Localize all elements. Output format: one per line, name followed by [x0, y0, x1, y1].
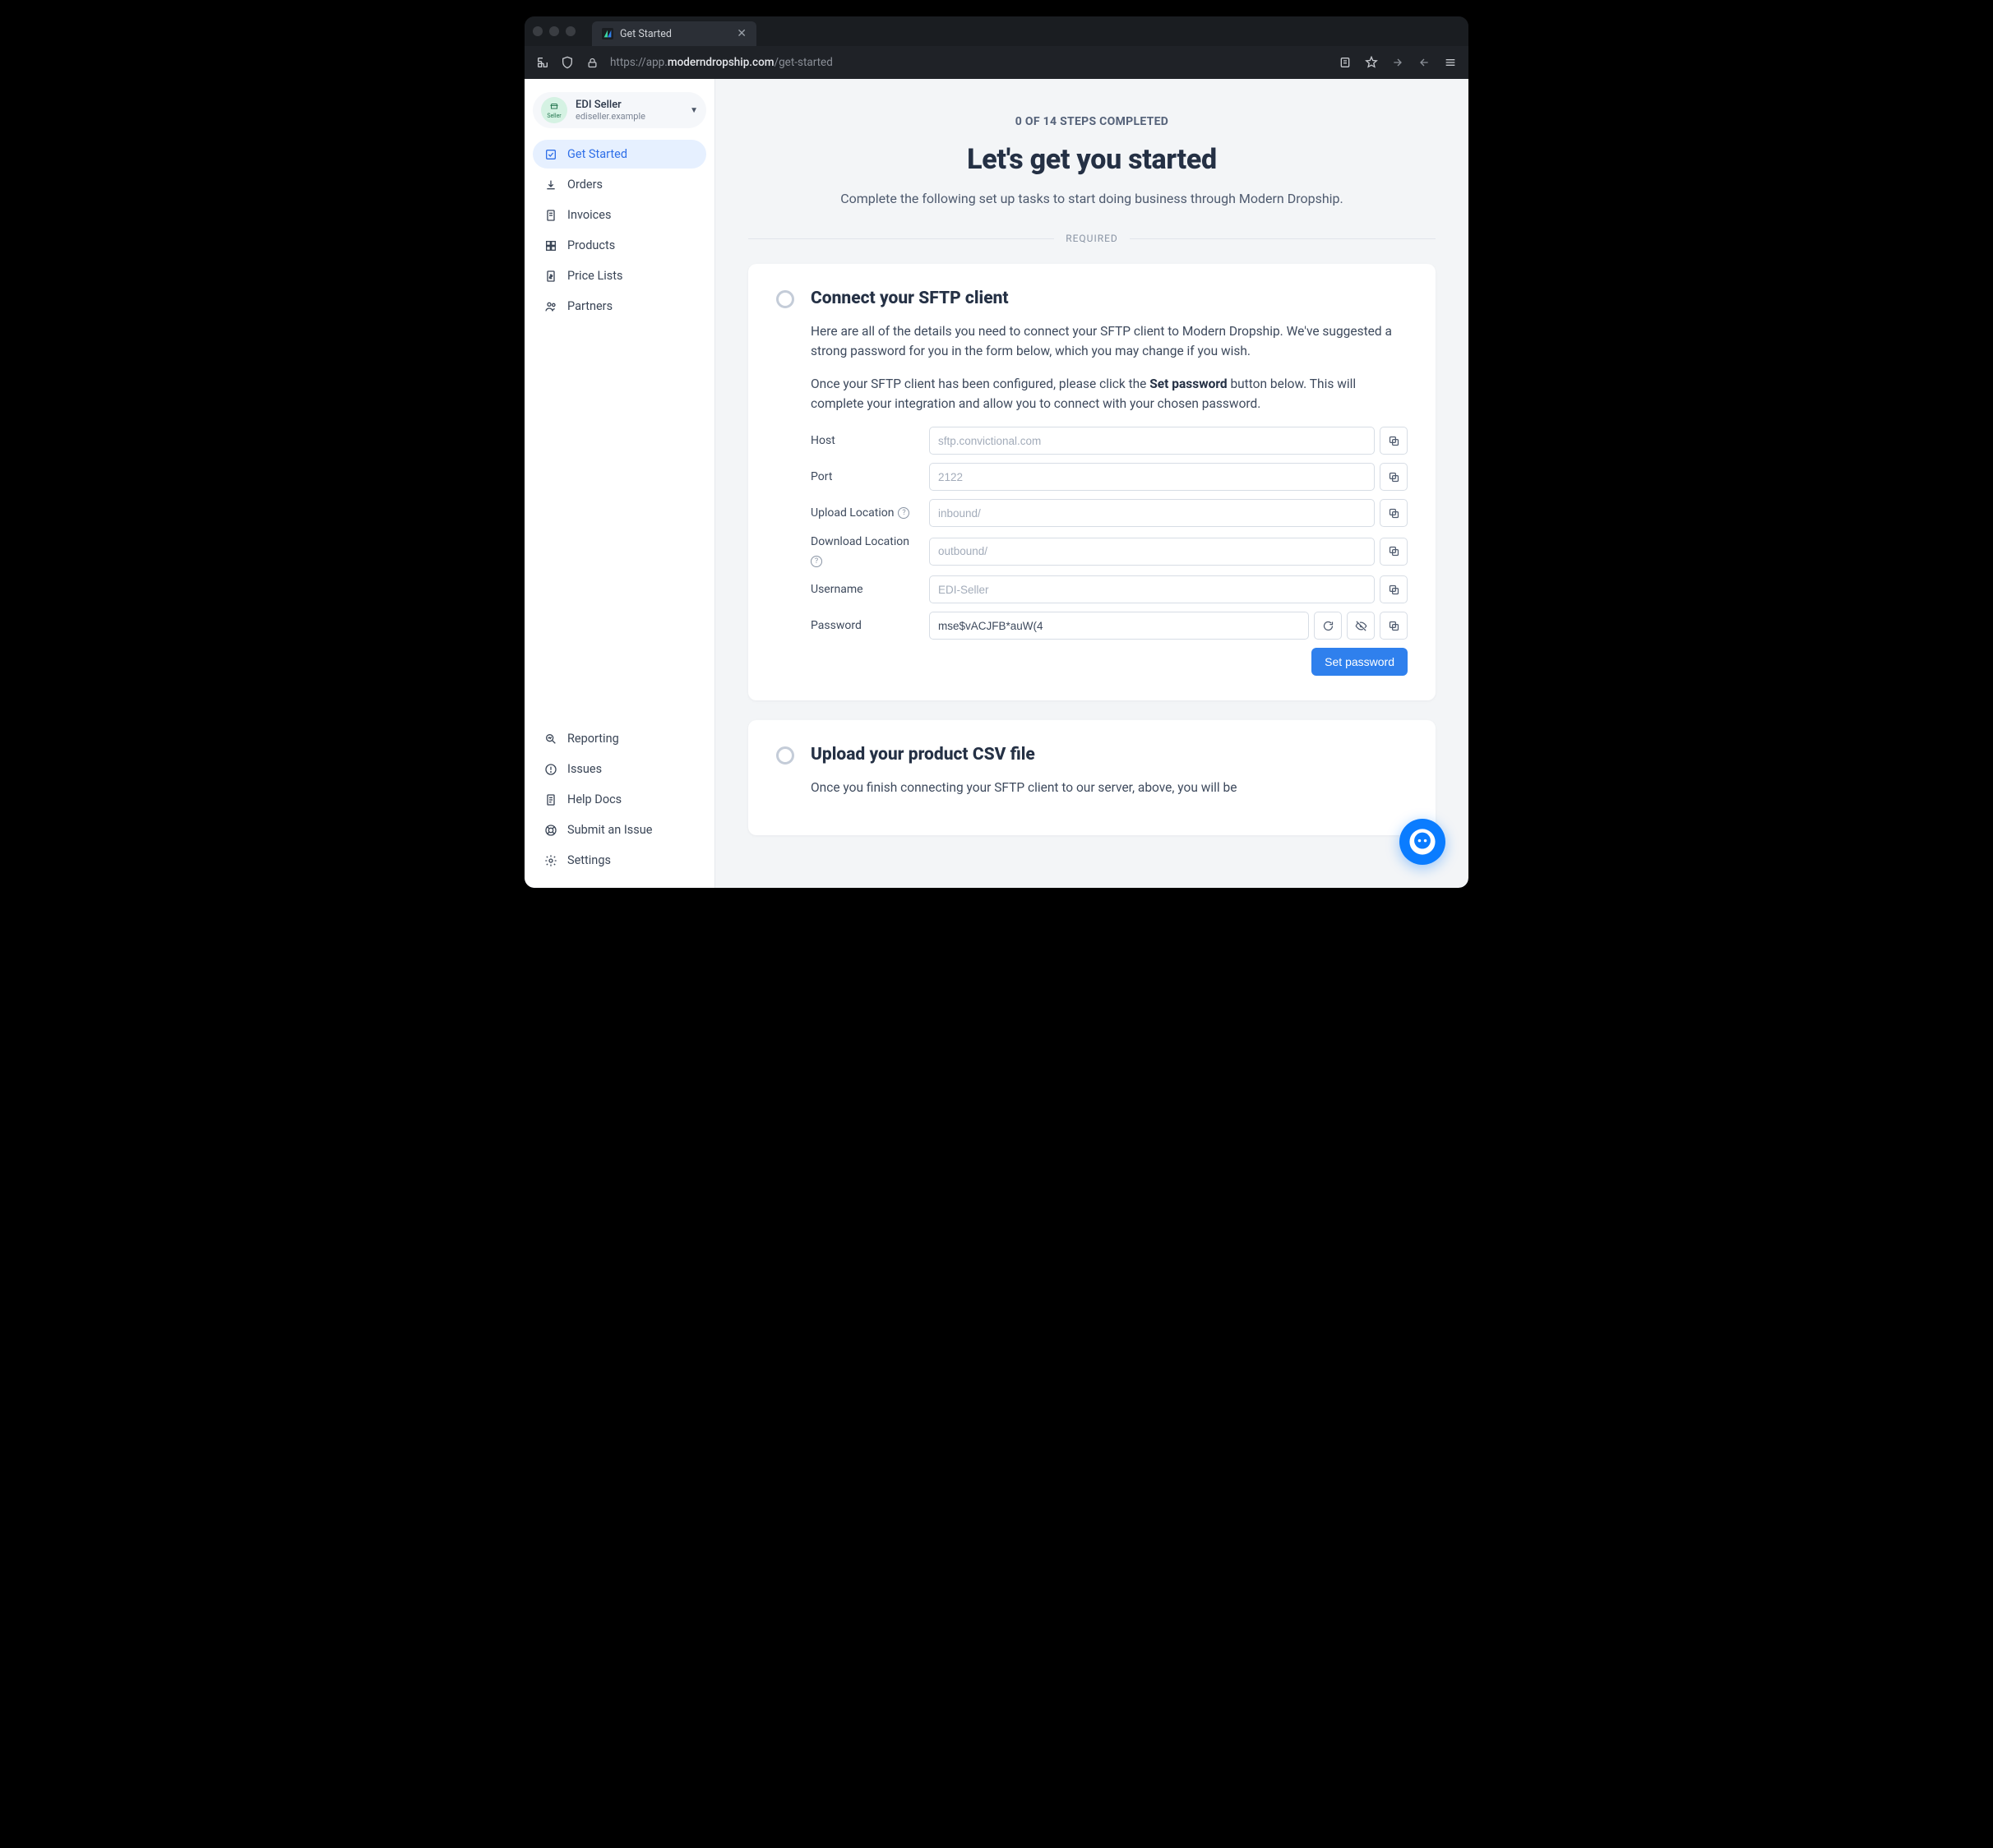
forward-icon[interactable]	[1391, 56, 1404, 69]
sftp-card: Connect your SFTP client Here are all of…	[748, 264, 1436, 700]
tab-title: Get Started	[620, 28, 672, 40]
account-switcher[interactable]: Seller EDI Seller ediseller.example ▼	[533, 92, 706, 128]
copy-host-button[interactable]	[1380, 427, 1408, 455]
sidebar-item-orders[interactable]: Orders	[533, 170, 706, 199]
copy-icon	[1388, 620, 1400, 632]
shield-icon[interactable]	[561, 56, 574, 69]
sidebar-item-invoices[interactable]: Invoices	[533, 201, 706, 229]
document-icon	[544, 793, 557, 806]
sidebar: Seller EDI Seller ediseller.example ▼ Ge…	[525, 79, 715, 888]
csv-title: Upload your product CSV file	[811, 745, 1035, 765]
grid-icon	[544, 239, 557, 252]
url-field[interactable]: https://app.moderndropship.com/get-start…	[610, 56, 1327, 69]
account-name: EDI Seller	[576, 99, 645, 111]
password-input[interactable]	[929, 612, 1309, 640]
host-input[interactable]	[929, 427, 1375, 455]
eye-off-icon	[1355, 620, 1367, 632]
close-window-button[interactable]	[533, 26, 543, 36]
regenerate-password-button[interactable]	[1314, 612, 1342, 640]
copy-port-button[interactable]	[1380, 463, 1408, 491]
upload-input[interactable]	[929, 499, 1375, 527]
csv-card: Upload your product CSV file Once you fi…	[748, 720, 1436, 835]
sftp-description-1: Here are all of the details you need to …	[811, 321, 1408, 361]
close-tab-icon[interactable]: ✕	[737, 27, 747, 40]
traffic-lights	[533, 26, 576, 36]
menu-icon[interactable]	[1444, 56, 1457, 69]
host-label: Host	[811, 434, 919, 447]
copy-password-button[interactable]	[1380, 612, 1408, 640]
username-input[interactable]	[929, 575, 1375, 603]
download-input[interactable]	[929, 538, 1375, 566]
port-label: Port	[811, 470, 919, 483]
extension-icon[interactable]	[536, 56, 549, 69]
sidebar-item-price-lists[interactable]: Price Lists	[533, 261, 706, 290]
copy-username-button[interactable]	[1380, 575, 1408, 603]
csv-description-1: Once you finish connecting your SFTP cli…	[811, 778, 1408, 797]
copy-icon	[1388, 584, 1400, 596]
chevron-down-icon: ▼	[690, 106, 698, 115]
toggle-visibility-button[interactable]	[1347, 612, 1375, 640]
sidebar-item-settings[interactable]: Settings	[533, 846, 706, 875]
alert-circle-icon	[544, 763, 557, 776]
search-chart-icon	[544, 732, 557, 746]
help-icon[interactable]: ?	[898, 507, 909, 519]
progress-text: 0 OF 14 STEPS COMPLETED	[748, 115, 1436, 128]
sidebar-item-help-docs[interactable]: Help Docs	[533, 785, 706, 814]
back-icon[interactable]	[1417, 56, 1431, 69]
bookmark-icon[interactable]	[1365, 56, 1378, 69]
sidebar-item-issues[interactable]: Issues	[533, 755, 706, 783]
chat-widget-button[interactable]	[1399, 819, 1445, 865]
upload-label: Upload Location?	[811, 506, 919, 520]
main-content: 0 OF 14 STEPS COMPLETED Let's get you st…	[715, 79, 1468, 888]
lock-icon[interactable]	[585, 56, 599, 69]
sidebar-item-partners[interactable]: Partners	[533, 292, 706, 321]
reader-icon[interactable]	[1339, 56, 1352, 69]
copy-icon	[1388, 471, 1400, 483]
account-sub: ediseller.example	[576, 111, 645, 122]
life-ring-icon	[544, 824, 557, 837]
maximize-window-button[interactable]	[566, 26, 576, 36]
dollar-doc-icon	[544, 270, 557, 283]
step-status-ring-icon	[776, 290, 794, 308]
sidebar-item-get-started[interactable]: Get Started	[533, 140, 706, 169]
step-status-ring-icon	[776, 746, 794, 765]
users-icon	[544, 300, 557, 313]
copy-icon	[1388, 435, 1400, 447]
port-input[interactable]	[929, 463, 1375, 491]
set-password-button[interactable]: Set password	[1311, 648, 1408, 676]
minimize-window-button[interactable]	[549, 26, 559, 36]
sidebar-item-reporting[interactable]: Reporting	[533, 724, 706, 753]
copy-upload-button[interactable]	[1380, 499, 1408, 527]
sidebar-item-submit-issue[interactable]: Submit an Issue	[533, 815, 706, 844]
username-label: Username	[811, 583, 919, 596]
receipt-icon	[544, 209, 557, 222]
browser-addressbar: https://app.moderndropship.com/get-start…	[525, 46, 1468, 79]
window-titlebar: Get Started ✕	[525, 16, 1468, 46]
sftp-title: Connect your SFTP client	[811, 289, 1009, 308]
browser-tab[interactable]: Get Started ✕	[592, 21, 756, 46]
copy-download-button[interactable]	[1380, 538, 1408, 566]
seller-badge-icon: Seller	[541, 97, 567, 123]
copy-icon	[1388, 545, 1400, 557]
download-icon	[544, 178, 557, 192]
download-label: Download Location?	[811, 535, 919, 567]
help-icon[interactable]: ?	[811, 556, 822, 567]
sftp-description-2: Once your SFTP client has been configure…	[811, 374, 1408, 413]
required-divider: REQUIRED	[748, 233, 1436, 244]
chat-bot-icon	[1408, 828, 1436, 856]
checkbox-icon	[544, 148, 557, 161]
page-subtitle: Complete the following set up tasks to s…	[748, 191, 1436, 206]
password-label: Password	[811, 619, 919, 632]
sidebar-item-products[interactable]: Products	[533, 231, 706, 260]
tab-favicon	[602, 28, 613, 39]
refresh-icon	[1322, 620, 1334, 632]
gear-icon	[544, 854, 557, 867]
copy-icon	[1388, 507, 1400, 520]
page-title: Let's get you started	[748, 143, 1436, 176]
